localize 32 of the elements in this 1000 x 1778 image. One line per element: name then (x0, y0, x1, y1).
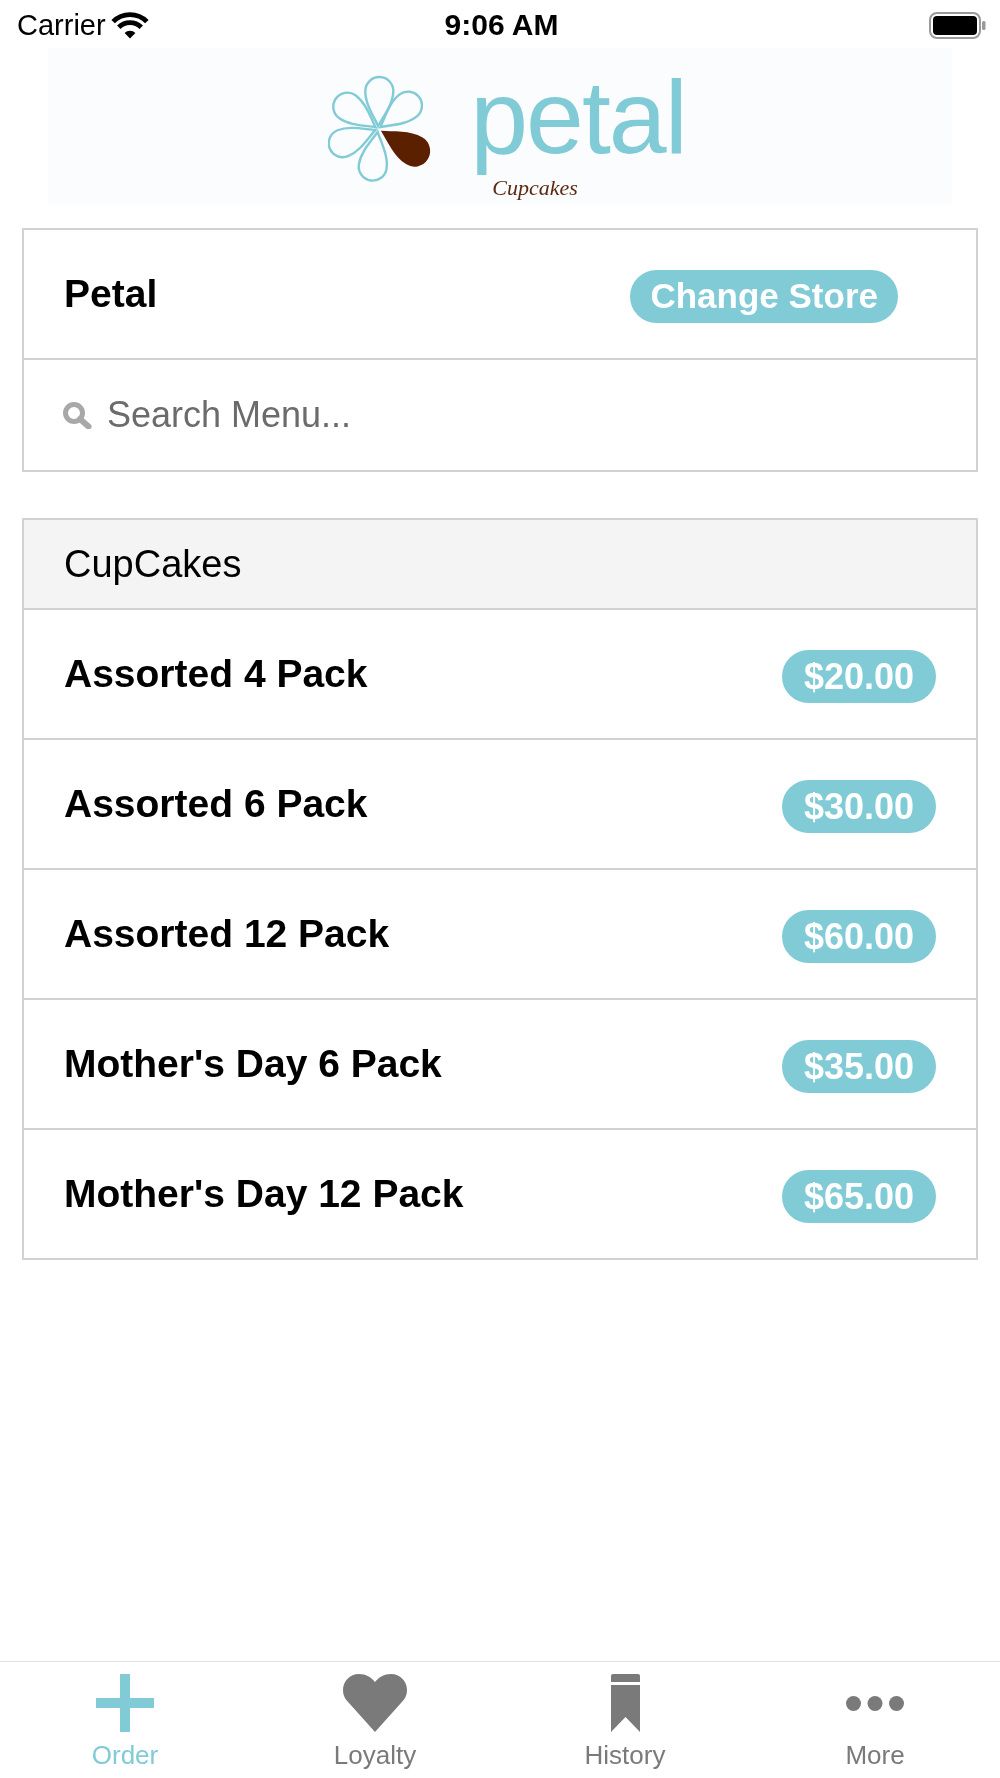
plus-icon (96, 1674, 154, 1732)
menu-item[interactable]: Assorted 12 Pack $60.00 (24, 870, 976, 1000)
price-badge: $30.00 (781, 779, 936, 833)
item-name: Mother's Day 12 Pack (64, 1172, 464, 1216)
search-input[interactable]: Search Menu... (107, 380, 956, 450)
heart-icon (343, 1674, 407, 1732)
category-header: CupCakes (24, 520, 976, 610)
tab-item[interactable]: History (500, 1662, 750, 1770)
tab-item[interactable]: More (750, 1662, 1000, 1770)
menu-item[interactable]: Assorted 4 Pack $20.00 (24, 610, 976, 740)
item-name: Assorted 12 Pack (64, 912, 390, 956)
price-badge: $65.00 (781, 1169, 936, 1223)
search-icon (62, 401, 92, 429)
store-name: Petal (64, 272, 158, 316)
logo-tagline: Cupcakes (492, 175, 578, 202)
menu-item[interactable]: Mother's Day 12 Pack $65.00 (24, 1130, 976, 1258)
price-badge: $20.00 (781, 649, 936, 703)
carrier-label: Carrier (17, 8, 106, 42)
item-name: Assorted 4 Pack (64, 652, 368, 696)
battery-icon (929, 11, 986, 39)
price-badge: $35.00 (781, 1039, 936, 1093)
wifi-icon (109, 11, 150, 39)
menu-item[interactable]: Assorted 6 Pack $30.00 (24, 740, 976, 870)
logo-wordmark: petal (470, 59, 686, 176)
ellipsis-icon (846, 1695, 904, 1711)
clock-time: 9:06 AM (444, 8, 559, 42)
item-name: Assorted 6 Pack (64, 782, 368, 826)
bookmark-icon (610, 1674, 640, 1732)
item-name: Mother's Day 6 Pack (64, 1042, 442, 1086)
price-badge: $60.00 (781, 909, 936, 963)
tab-item[interactable]: Loyalty (250, 1662, 500, 1770)
menu-item[interactable]: Mother's Day 6 Pack $35.00 (24, 1000, 976, 1130)
